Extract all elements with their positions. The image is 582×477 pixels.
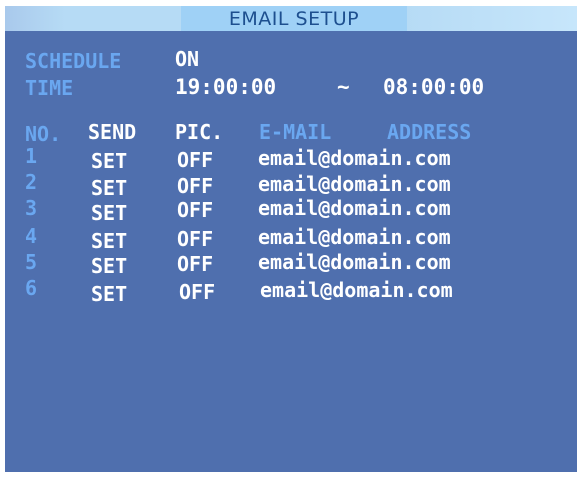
row-number: 1 (25, 144, 38, 168)
pic-setting[interactable]: OFF (177, 198, 213, 222)
row-number: 6 (25, 276, 38, 300)
email-address-field[interactable]: email@domain.com (258, 172, 451, 196)
email-address-field[interactable]: email@domain.com (258, 250, 451, 274)
email-setup-screen: EMAIL SETUP SCHEDULE ON TIME 19:00:00 ~ … (5, 6, 577, 472)
row-number: 2 (25, 170, 38, 194)
row-number: 3 (25, 196, 38, 220)
header-no: NO. (25, 122, 62, 146)
row-number: 5 (25, 250, 38, 274)
send-setting[interactable]: SET (91, 149, 127, 173)
pic-setting[interactable]: OFF (179, 280, 215, 304)
header-email: E-MAIL (259, 120, 332, 144)
send-setting[interactable]: SET (91, 254, 127, 278)
schedule-value[interactable]: ON (175, 47, 199, 71)
schedule-label: SCHEDULE (25, 49, 122, 73)
email-address-field[interactable]: email@domain.com (258, 196, 451, 220)
time-label: TIME (25, 76, 74, 100)
email-address-field[interactable]: email@domain.com (260, 278, 453, 302)
header-pic: PIC. (175, 120, 224, 144)
header-address: ADDRESS (387, 120, 472, 144)
email-address-field[interactable]: email@domain.com (258, 225, 451, 249)
send-setting[interactable]: SET (91, 229, 127, 253)
pic-setting[interactable]: OFF (177, 227, 213, 251)
time-end-field[interactable]: 08:00:00 (383, 75, 484, 99)
title-bar: EMAIL SETUP (5, 6, 577, 31)
email-address-field[interactable]: email@domain.com (258, 146, 451, 170)
pic-setting[interactable]: OFF (177, 252, 213, 276)
time-separator: ~ (337, 75, 350, 99)
time-start-field[interactable]: 19:00:00 (175, 75, 276, 99)
send-setting[interactable]: SET (91, 176, 127, 200)
pic-setting[interactable]: OFF (177, 174, 213, 198)
page-title: EMAIL SETUP (228, 8, 360, 30)
pic-setting[interactable]: OFF (177, 148, 213, 172)
header-send: SEND (88, 120, 137, 144)
send-setting[interactable]: SET (91, 201, 127, 225)
row-number: 4 (25, 224, 38, 248)
send-setting[interactable]: SET (91, 282, 127, 306)
